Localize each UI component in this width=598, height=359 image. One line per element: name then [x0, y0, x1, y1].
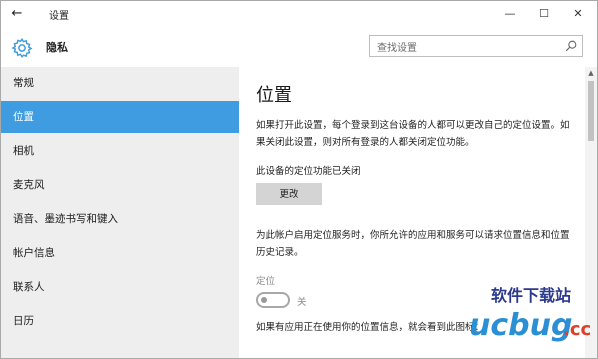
change-button[interactable]: 更改: [256, 183, 322, 205]
sidebar: 常规 位置 相机 麦克风 语音、墨迹书写和键入 帐户信息 联系人 日历: [1, 67, 239, 358]
section-title: 隐私: [46, 41, 68, 54]
location-toggle[interactable]: [256, 292, 290, 308]
sidebar-item-calendar[interactable]: 日历: [1, 305, 239, 337]
search-icon[interactable]: [564, 39, 578, 53]
svg-text:软件下载站: 软件下载站: [491, 286, 571, 305]
toggle-state-text: 关: [297, 297, 307, 308]
gear-icon: [11, 37, 33, 58]
page-title: 位置: [256, 85, 292, 106]
search-box[interactable]: [369, 35, 583, 59]
settings-header: 隐私: [1, 27, 597, 67]
ucbug-watermark-logo: 软件下载站 ucbug .cc: [469, 286, 591, 343]
sidebar-item-location[interactable]: 位置: [1, 101, 239, 133]
sidebar-item-camera[interactable]: 相机: [1, 135, 239, 167]
settings-window: ← 设置 — ☐ ✕ 隐私 常规 位置 相机 麦克风 语音、墨迹书写和键入 帐户…: [0, 0, 598, 359]
title-bar: ← 设置 — ☐ ✕: [1, 1, 597, 27]
sidebar-item-general[interactable]: 常规: [1, 67, 239, 99]
location-description: 如果打开此设置，每个登录到这台设备的人都可以更改自己的定位设置。如果关闭此设置，…: [256, 120, 570, 148]
location-toggle-label: 定位: [256, 276, 276, 287]
sidebar-item-account-info[interactable]: 帐户信息: [1, 237, 239, 269]
toggle-knob: [261, 297, 267, 303]
service-description: 为此帐户启用定位服务时，你所允许的应用和服务可以请求位置信息和位置历史记录。: [256, 230, 570, 258]
maximize-button[interactable]: ☐: [531, 4, 557, 24]
sidebar-item-speech[interactable]: 语音、墨迹书写和键入: [1, 203, 239, 235]
close-button[interactable]: ✕: [565, 4, 591, 24]
sidebar-item-contacts[interactable]: 联系人: [1, 271, 239, 303]
back-button[interactable]: ←: [7, 5, 27, 23]
scroll-thumb[interactable]: [588, 81, 594, 141]
svg-text:.cc: .cc: [563, 319, 591, 340]
minimize-button[interactable]: —: [497, 4, 523, 24]
sidebar-item-microphone[interactable]: 麦克风: [1, 169, 239, 201]
scroll-up-arrow-icon[interactable]: ▲: [585, 67, 597, 79]
search-input[interactable]: [370, 38, 557, 59]
svg-text:ucbug: ucbug: [469, 308, 572, 343]
window-title: 设置: [49, 11, 69, 22]
device-location-status: 此设备的定位功能已关闭: [256, 166, 361, 177]
